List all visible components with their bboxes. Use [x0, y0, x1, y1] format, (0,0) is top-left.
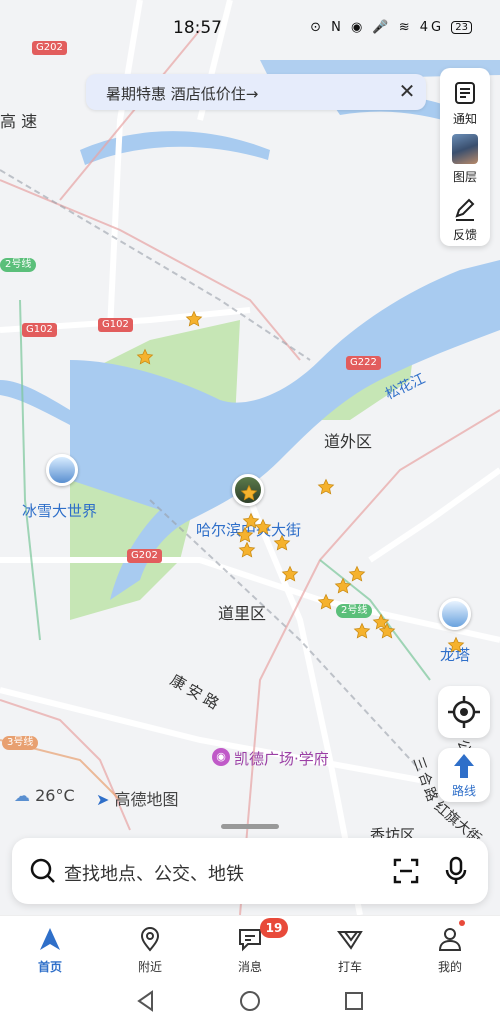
tool-feedback[interactable]: 反馈 [440, 188, 490, 246]
brand-logo: ➤ 高德地图 [96, 786, 179, 810]
bottom-nav: 首页 附近 消息 打车 我的 [0, 915, 500, 983]
sheet-drag-handle[interactable] [221, 824, 279, 829]
favorite-star-icon[interactable] [317, 593, 335, 611]
route-label: 路线 [451, 784, 476, 798]
search-input[interactable]: 查找地点、公交、地铁 [64, 860, 244, 886]
nearby-pin-icon [140, 927, 160, 952]
close-icon[interactable]: ✕ [396, 80, 418, 102]
brand-text: 高德地图 [114, 790, 179, 809]
label-expressway: 高 速 [0, 112, 38, 131]
nav-home-label: 首页 [37, 960, 62, 974]
favorite-star-icon[interactable] [334, 577, 352, 595]
taxi-icon [337, 931, 363, 950]
favorite-star-icon[interactable] [281, 565, 299, 583]
favorite-star-icon[interactable] [136, 348, 154, 366]
status-time: 18:57 [173, 18, 222, 38]
search-icon [30, 858, 55, 883]
nav-taxi[interactable]: 打车 [300, 916, 400, 984]
nav-profile-label: 我的 [437, 960, 462, 974]
road-badge-g202-bottom: G202 [127, 549, 162, 563]
favorite-star-icon[interactable] [238, 541, 256, 559]
label-kaide-plaza[interactable]: 凯德广场·学府 [234, 748, 329, 769]
feedback-pen-icon [455, 198, 475, 221]
route-arrow-icon [454, 754, 474, 778]
label-ice-snow-world[interactable]: 冰雪大世界 [22, 500, 97, 521]
system-nav-bar [0, 983, 500, 1018]
road-badge-g222: G222 [346, 356, 381, 370]
favorite-star-icon[interactable] [185, 310, 203, 328]
tool-feedback-label: 反馈 [452, 228, 477, 242]
message-count-badge: 19 [260, 918, 288, 938]
nav-taxi-label: 打车 [337, 960, 362, 974]
tool-layers-label: 图层 [452, 170, 477, 184]
favorite-star-icon[interactable] [353, 622, 371, 640]
favorite-star-icon[interactable] [254, 518, 272, 536]
ice-snow-world-pin[interactable] [46, 454, 78, 486]
favorite-star-icon[interactable] [378, 622, 396, 640]
label-daowai-district[interactable]: 道外区 [324, 428, 372, 452]
weather-temp: 26°C [35, 786, 75, 805]
nav-nearby-label: 附近 [137, 960, 162, 974]
road-badge-g102-mid: G102 [98, 318, 133, 332]
dragon-tower-pin[interactable] [439, 598, 471, 630]
map-canvas[interactable]: G202 G102 G102 G222 G202 2号线 2号线 3号线 高 速… [0, 0, 500, 915]
road-badge-g102-left: G102 [22, 323, 57, 337]
nav-messages-label: 消息 [237, 960, 262, 974]
promo-banner[interactable]: 暑期特惠 酒店低价住→ ✕ [86, 74, 426, 110]
nav-home[interactable]: 首页 [0, 916, 100, 984]
tool-layers[interactable]: 图层 [440, 130, 490, 188]
scan-icon[interactable] [392, 857, 420, 885]
layers-avatar [452, 134, 478, 164]
favorite-star-icon[interactable] [447, 636, 465, 654]
cloud-icon: ☁ [14, 786, 30, 805]
status-bar: 18:57 ⊙ N ◉ 🎤 ≋ 4G 23 [0, 0, 500, 56]
amap-logo-icon: ➤ [96, 790, 110, 809]
home-circle-icon[interactable] [239, 990, 261, 1012]
crosshair-icon [448, 696, 480, 728]
recent-apps-icon[interactable] [344, 991, 364, 1011]
profile-icon [438, 928, 462, 951]
label-daoli-district[interactable]: 道里区 [218, 600, 266, 624]
nav-nearby[interactable]: 附近 [100, 916, 200, 984]
home-arrow-icon [40, 928, 60, 950]
favorite-star-icon[interactable] [240, 484, 258, 502]
metro-line2-badge-mid: 2号线 [336, 604, 373, 618]
back-icon[interactable] [136, 990, 156, 1012]
message-icon [239, 929, 261, 952]
locate-button[interactable] [438, 686, 490, 738]
kaide-plaza-pin-icon[interactable]: ◉ [212, 748, 230, 766]
status-icons: ⊙ N ◉ 🎤 ≋ 4G 23 [310, 20, 472, 35]
map-tool-panel: 通知 图层 反馈 [440, 68, 490, 246]
promo-banner-text[interactable]: 暑期特惠 酒店低价住→ [106, 83, 258, 104]
status-icons-text: ⊙ N ◉ 🎤 ≋ 4G [310, 20, 445, 35]
route-button[interactable]: 路线 [438, 748, 490, 802]
weather-widget[interactable]: ☁ 26°C [14, 786, 75, 805]
profile-notification-dot [459, 920, 465, 926]
metro-line2-badge-left: 2号线 [0, 258, 37, 272]
nav-profile[interactable]: 我的 [400, 916, 500, 984]
search-bar[interactable]: 查找地点、公交、地铁 [12, 838, 488, 904]
microphone-icon[interactable] [442, 856, 470, 886]
metro-line3-badge: 3号线 [2, 736, 39, 750]
favorite-star-icon[interactable] [317, 478, 335, 496]
tool-notification-label: 通知 [452, 112, 477, 126]
tool-notification[interactable]: 通知 [440, 72, 490, 130]
notification-icon [455, 82, 475, 104]
battery-icon: 23 [451, 21, 472, 34]
favorite-star-icon[interactable] [273, 534, 291, 552]
